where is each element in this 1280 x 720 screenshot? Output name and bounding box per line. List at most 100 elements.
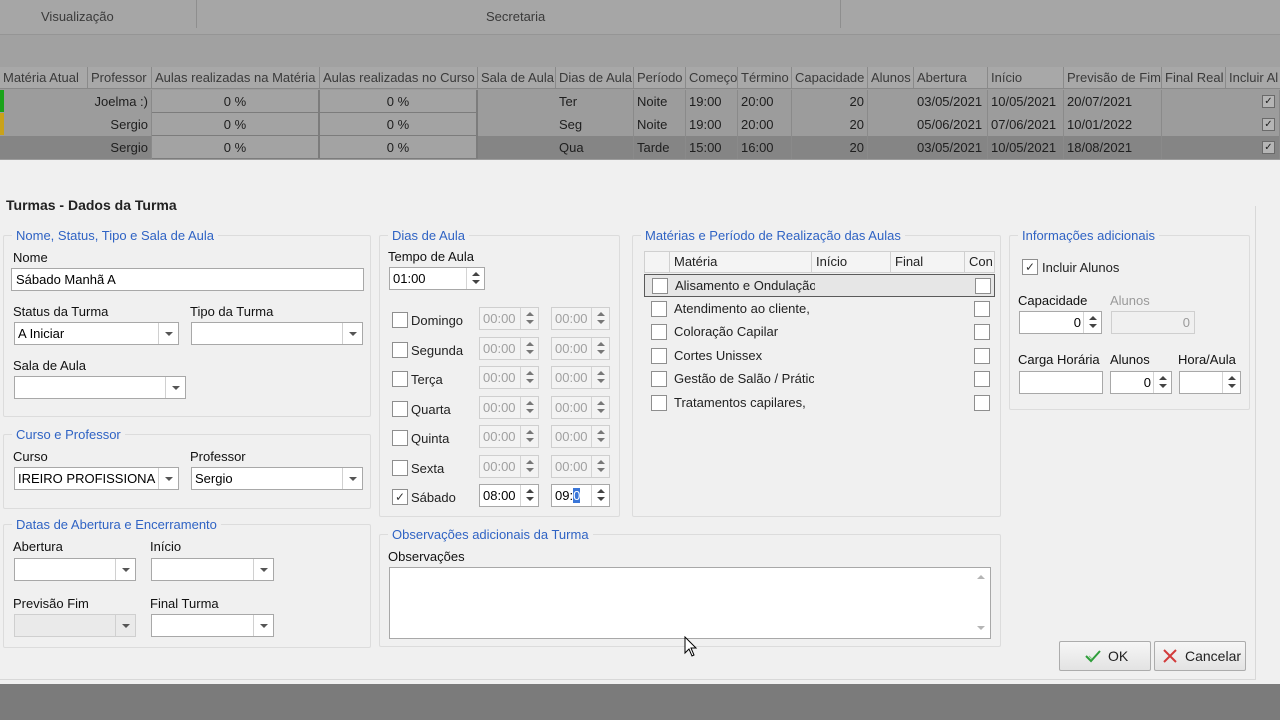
materia-checkbox[interactable] xyxy=(651,348,667,364)
col-final[interactable]: Final xyxy=(890,252,964,272)
sexta-end[interactable]: 00:00 xyxy=(551,455,610,478)
capacidade-spinner[interactable]: 0 xyxy=(1019,311,1102,334)
chevron-down-icon[interactable] xyxy=(165,377,185,398)
spinner-arrows[interactable] xyxy=(520,426,538,447)
domingo-checkbox[interactable] xyxy=(392,312,408,328)
tempo-spinner[interactable]: 01:00 xyxy=(389,267,485,290)
col-termino[interactable]: Término xyxy=(738,67,792,88)
chevron-down-icon[interactable] xyxy=(253,615,273,636)
col-materia-atual[interactable]: Matéria Atual xyxy=(0,67,88,88)
quinta-end[interactable]: 00:00 xyxy=(551,425,610,448)
chevron-down-icon[interactable] xyxy=(115,615,135,636)
grid-row[interactable]: Sergio 0 % 0 % Seg Noite 19:00 20:00 20 … xyxy=(0,113,1280,136)
terca-start[interactable]: 00:00 xyxy=(479,366,539,389)
spinner-arrows[interactable] xyxy=(520,456,538,477)
sabado-end[interactable]: 09:0 xyxy=(551,484,610,507)
grid-row-selected[interactable]: Sergio 0 % 0 % Qua Tarde 15:00 16:00 20 … xyxy=(0,136,1280,159)
spinner-arrows[interactable] xyxy=(591,397,609,418)
incluir-checkbox[interactable]: ✓ xyxy=(1262,118,1275,131)
col-professor[interactable]: Professor xyxy=(88,67,152,88)
sexta-start[interactable]: 00:00 xyxy=(479,455,539,478)
segunda-start[interactable]: 00:00 xyxy=(479,337,539,360)
con-checkbox[interactable] xyxy=(974,395,990,411)
sabado-checkbox[interactable]: ✓ xyxy=(392,489,408,505)
spinner-arrows[interactable] xyxy=(520,485,538,506)
spinner-arrows[interactable] xyxy=(1083,312,1101,333)
con-checkbox[interactable] xyxy=(974,371,990,387)
segunda-checkbox[interactable] xyxy=(392,342,408,358)
col-comeco[interactable]: Começo xyxy=(686,67,738,88)
quinta-checkbox[interactable] xyxy=(392,430,408,446)
col-aulas-curso[interactable]: Aulas realizadas no Curso xyxy=(320,67,478,88)
status-combo[interactable]: A Iniciar xyxy=(14,322,179,345)
materia-checkbox[interactable] xyxy=(652,278,668,294)
list-item[interactable]: Cortes Unissex xyxy=(644,345,995,368)
quarta-start[interactable]: 00:00 xyxy=(479,396,539,419)
materia-checkbox[interactable] xyxy=(651,371,667,387)
nome-input[interactable]: Sábado Manhã A xyxy=(11,268,364,291)
col-con[interactable]: Con xyxy=(964,252,994,272)
col-final-real[interactable]: Final Real xyxy=(1162,67,1226,88)
carga-horaria-input[interactable] xyxy=(1019,371,1103,394)
spinner-arrows[interactable] xyxy=(520,367,538,388)
chevron-down-icon[interactable] xyxy=(342,323,362,344)
con-checkbox[interactable] xyxy=(975,278,991,294)
spinner-arrows[interactable] xyxy=(591,426,609,447)
spinner-arrows[interactable] xyxy=(591,338,609,359)
spinner-arrows[interactable] xyxy=(520,338,538,359)
con-checkbox[interactable] xyxy=(974,301,990,317)
sala-combo[interactable] xyxy=(14,376,186,399)
col-abertura[interactable]: Abertura xyxy=(914,67,988,88)
spinner-arrows[interactable] xyxy=(591,367,609,388)
col-alunos[interactable]: Alunos xyxy=(868,67,914,88)
professor-combo[interactable]: Sergio xyxy=(191,467,363,490)
chevron-down-icon[interactable] xyxy=(115,559,135,580)
segunda-end[interactable]: 00:00 xyxy=(551,337,610,360)
final-date[interactable] xyxy=(151,614,274,637)
terca-checkbox[interactable] xyxy=(392,371,408,387)
col-aulas-materia[interactable]: Aulas realizadas na Matéria xyxy=(152,67,320,88)
chevron-down-icon[interactable] xyxy=(158,323,178,344)
spinner-arrows[interactable] xyxy=(1222,372,1240,393)
spinner-arrows[interactable] xyxy=(591,456,609,477)
tipo-combo[interactable] xyxy=(191,322,363,345)
list-item[interactable]: Coloração Capilar xyxy=(644,321,995,344)
list-item[interactable]: Gestão de Salão / Prátic xyxy=(644,368,995,391)
col-capacidade[interactable]: Capacidade xyxy=(792,67,868,88)
col-periodo[interactable]: Período xyxy=(634,67,686,88)
domingo-start[interactable]: 00:00 xyxy=(479,307,539,330)
textarea-scrollbar[interactable] xyxy=(972,568,990,638)
quarta-end[interactable]: 00:00 xyxy=(551,396,610,419)
chevron-down-icon[interactable] xyxy=(253,559,273,580)
col-previsao[interactable]: Previsão de Fim xyxy=(1064,67,1162,88)
chevron-down-icon[interactable] xyxy=(342,468,362,489)
incluir-checkbox[interactable]: ✓ xyxy=(1262,141,1275,154)
alunos-spinner[interactable]: 0 xyxy=(1110,371,1172,394)
materia-checkbox[interactable] xyxy=(651,301,667,317)
curso-combo[interactable]: IREIRO PROFISSIONAL xyxy=(14,467,179,490)
incluir-checkbox[interactable]: ✓ xyxy=(1262,95,1275,108)
quarta-checkbox[interactable] xyxy=(392,401,408,417)
spinner-arrows[interactable] xyxy=(1153,372,1171,393)
domingo-end[interactable]: 00:00 xyxy=(551,307,610,330)
sabado-start[interactable]: 08:00 xyxy=(479,484,539,507)
con-checkbox[interactable] xyxy=(974,348,990,364)
col-inicio[interactable]: Início xyxy=(811,252,890,272)
col-sala[interactable]: Sala de Aula xyxy=(478,67,556,88)
quinta-start[interactable]: 00:00 xyxy=(479,425,539,448)
col-dias[interactable]: Dias de Aula xyxy=(556,67,634,88)
observacoes-textarea[interactable] xyxy=(389,567,991,639)
col-materia[interactable]: Matéria xyxy=(669,252,811,272)
list-item[interactable]: Alisamento e Ondulação xyxy=(644,274,995,297)
incluir-alunos-checkbox[interactable]: ✓ xyxy=(1022,259,1038,275)
list-item[interactable]: Atendimento ao cliente, xyxy=(644,298,995,321)
previsao-date[interactable] xyxy=(14,614,136,637)
list-item[interactable]: Tratamentos capilares, xyxy=(644,392,995,415)
terca-end[interactable]: 00:00 xyxy=(551,366,610,389)
col-inicio[interactable]: Início xyxy=(988,67,1064,88)
hora-aula-spinner[interactable] xyxy=(1179,371,1241,394)
materia-checkbox[interactable] xyxy=(651,324,667,340)
spinner-arrows[interactable] xyxy=(520,308,538,329)
spinner-arrows[interactable] xyxy=(466,268,484,289)
cancel-button[interactable]: Cancelar xyxy=(1154,641,1246,671)
